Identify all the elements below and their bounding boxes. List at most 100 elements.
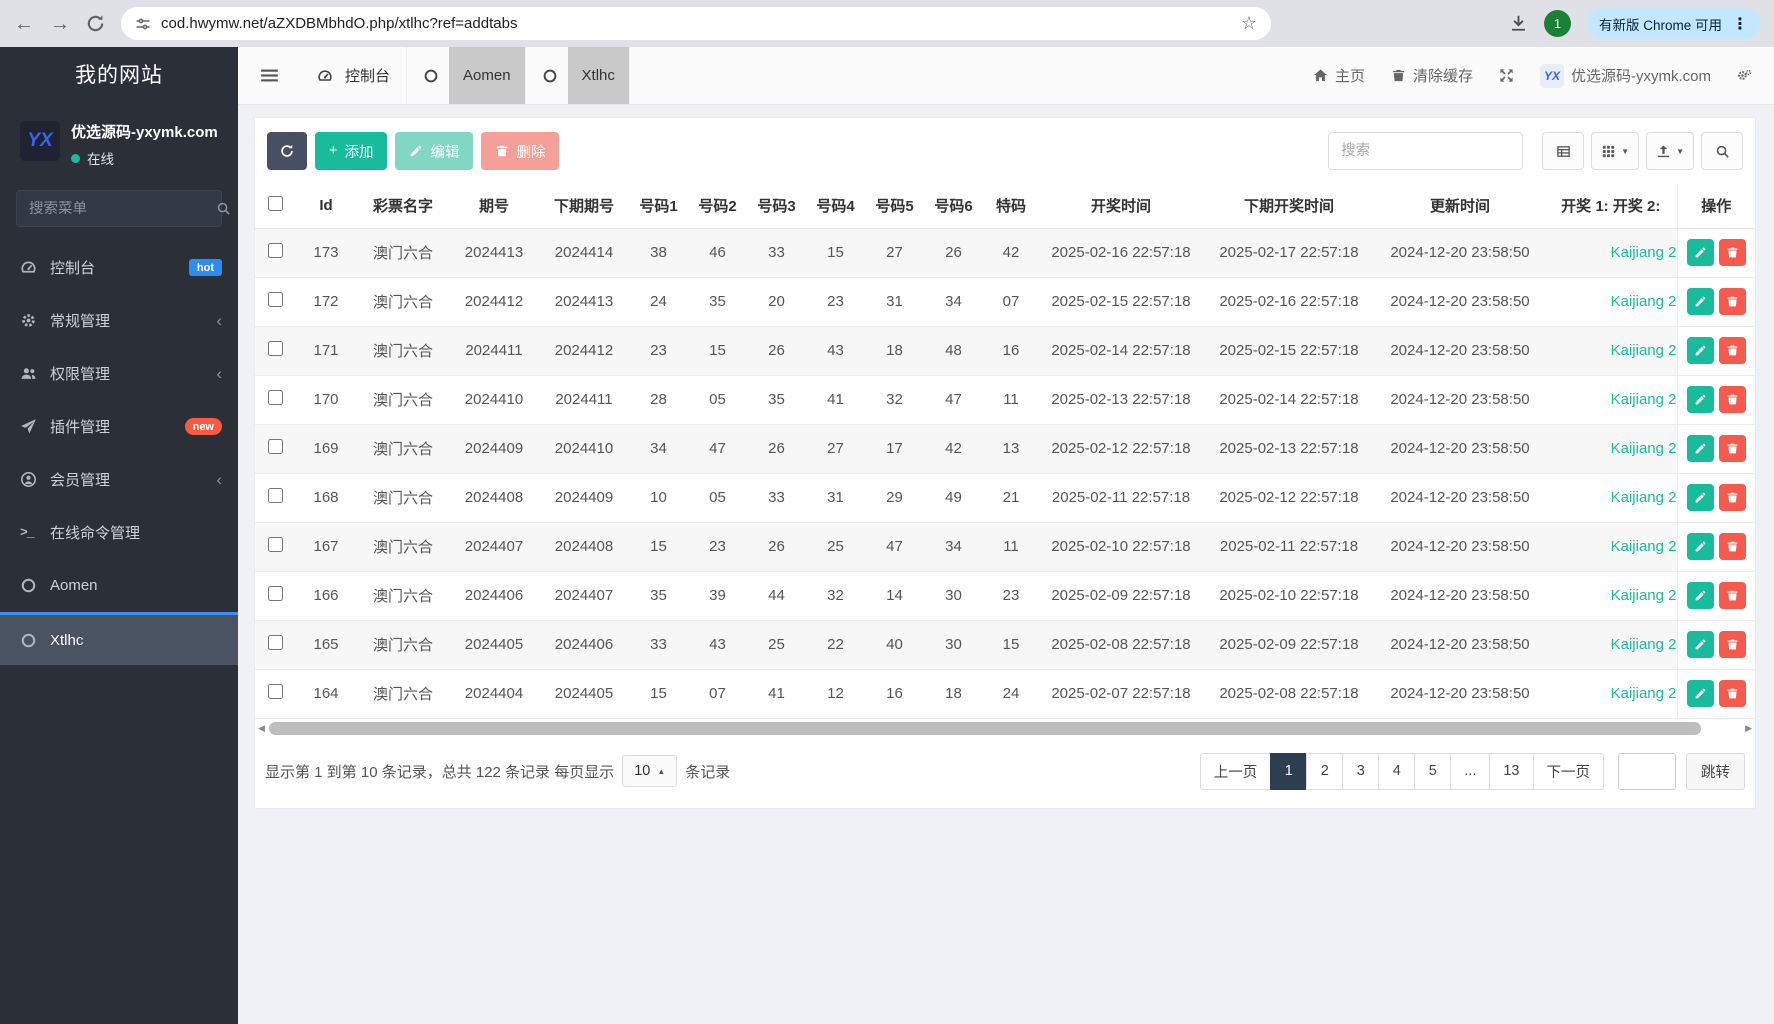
column-header[interactable]: Id xyxy=(295,184,357,229)
download-icon[interactable] xyxy=(1509,14,1528,33)
row-checkbox[interactable] xyxy=(267,537,283,552)
row-checkbox[interactable] xyxy=(267,341,283,356)
hamburger-icon[interactable] xyxy=(238,47,301,104)
row-edit-button[interactable] xyxy=(1686,239,1714,266)
column-header[interactable]: 号码6 xyxy=(924,184,983,229)
column-header[interactable]: 特码 xyxy=(983,184,1039,229)
profile-avatar[interactable]: 1 xyxy=(1543,10,1571,37)
topbar-action-优选源码-yxymk.com[interactable]: YX 优选源码-yxymk.com xyxy=(1540,63,1711,88)
row-edit-button[interactable] xyxy=(1686,533,1714,560)
forward-icon[interactable]: → xyxy=(50,14,70,34)
kaijiang-link[interactable]: Kaijiang 2 xyxy=(1545,375,1677,425)
scroll-left-icon[interactable]: ◀ xyxy=(258,724,265,733)
row-delete-button[interactable] xyxy=(1718,239,1746,266)
expand-icon[interactable] xyxy=(1499,68,1514,83)
row-edit-button[interactable] xyxy=(1686,680,1714,707)
sidebar-item-权限管理[interactable]: 权限管理 ‹ xyxy=(0,347,238,400)
column-header[interactable]: 号码4 xyxy=(806,184,865,229)
table-view-icon[interactable] xyxy=(1542,132,1585,170)
refresh-button[interactable] xyxy=(267,132,307,170)
column-header[interactable]: 号码5 xyxy=(865,184,924,229)
scrollbar-thumb[interactable] xyxy=(268,722,1701,735)
scroll-right-icon[interactable]: ▶ xyxy=(1745,724,1752,733)
kaijiang-link[interactable]: Kaijiang 2 xyxy=(1545,424,1677,474)
sidebar-item-会员管理[interactable]: 会员管理 ‹ xyxy=(0,453,238,506)
row-checkbox[interactable] xyxy=(267,243,283,258)
kaijiang-link[interactable]: Kaijiang 2 xyxy=(1545,277,1677,327)
kaijiang-link[interactable]: Kaijiang 2 xyxy=(1545,326,1677,376)
sidebar-item-Xtlhc[interactable]: Xtlhc xyxy=(0,612,238,665)
topbar-action-主页[interactable]: 主页 xyxy=(1313,65,1365,86)
row-edit-button[interactable] xyxy=(1686,337,1714,364)
cogs-icon[interactable] xyxy=(1737,68,1752,83)
kaijiang-link[interactable]: Kaijiang 2 xyxy=(1545,571,1677,621)
page-button-2[interactable]: 2 xyxy=(1306,752,1344,790)
kaijiang-link[interactable]: Kaijiang 2 xyxy=(1545,620,1677,670)
row-checkbox[interactable] xyxy=(267,439,283,454)
next-page-button[interactable]: 下一页 xyxy=(1532,752,1604,790)
page-button-1[interactable]: 1 xyxy=(1270,752,1308,790)
sidebar-search-input[interactable] xyxy=(29,200,216,217)
row-edit-button[interactable] xyxy=(1686,288,1714,315)
page-size-select[interactable]: 10 ▲ xyxy=(622,755,678,787)
row-edit-button[interactable] xyxy=(1686,435,1714,462)
sidebar-item-插件管理[interactable]: 插件管理 new xyxy=(0,400,238,453)
sidebar-item-在线命令管理[interactable]: >_ 在线命令管理 xyxy=(0,506,238,559)
tab-Aomen[interactable]: Aomen xyxy=(407,47,526,104)
export-button[interactable]: ▼ xyxy=(1646,132,1694,170)
kaijiang-link[interactable]: Kaijiang 2 xyxy=(1545,669,1677,719)
row-delete-button[interactable] xyxy=(1718,631,1746,658)
delete-button[interactable]: 删除 xyxy=(481,132,560,170)
sidebar-item-常规管理[interactable]: 常规管理 ‹ xyxy=(0,294,238,347)
row-delete-button[interactable] xyxy=(1718,680,1746,707)
row-delete-button[interactable] xyxy=(1718,435,1746,462)
row-edit-button[interactable] xyxy=(1686,386,1714,413)
kaijiang-link[interactable]: Kaijiang 2 xyxy=(1545,473,1677,523)
column-header[interactable]: 下期开奖时间 xyxy=(1203,184,1375,229)
column-header[interactable]: 号码3 xyxy=(747,184,806,229)
sidebar-item-控制台[interactable]: 控制台 hot xyxy=(0,241,238,294)
row-checkbox[interactable] xyxy=(267,635,283,650)
column-header[interactable]: 期号 xyxy=(449,184,539,229)
jump-button[interactable]: 跳转 xyxy=(1686,752,1745,790)
edit-button[interactable]: 编辑 xyxy=(395,132,474,170)
column-header[interactable]: 下期期号 xyxy=(539,184,629,229)
row-edit-button[interactable] xyxy=(1686,631,1714,658)
horizontal-scrollbar[interactable]: ◀ ▶ xyxy=(258,721,1752,737)
row-checkbox[interactable] xyxy=(267,488,283,503)
columns-toggle-button[interactable]: ▼ xyxy=(1591,132,1640,170)
column-header[interactable]: 号码1 xyxy=(629,184,688,229)
column-header[interactable]: 操作 xyxy=(1676,184,1755,229)
row-delete-button[interactable] xyxy=(1718,484,1746,511)
page-button-...[interactable]: ... xyxy=(1450,752,1491,790)
page-button-4[interactable]: 4 xyxy=(1378,752,1416,790)
page-button-5[interactable]: 5 xyxy=(1414,752,1452,790)
bookmark-star-icon[interactable]: ☆ xyxy=(1241,13,1257,34)
kaijiang-link[interactable]: Kaijiang 2 xyxy=(1545,522,1677,572)
prev-page-button[interactable]: 上一页 xyxy=(1199,752,1272,790)
tab-Xtlhc[interactable]: Xtlhc xyxy=(526,47,630,104)
page-button-13[interactable]: 13 xyxy=(1489,752,1534,790)
tab-控制台[interactable]: 控制台 xyxy=(301,47,408,104)
column-header[interactable]: 开奖 1: 开奖 2: xyxy=(1545,184,1677,229)
browser-menu-dots-icon[interactable]: ⋮ xyxy=(1732,14,1748,34)
row-delete-button[interactable] xyxy=(1718,533,1746,560)
row-delete-button[interactable] xyxy=(1718,337,1746,364)
column-header[interactable]: 开奖时间 xyxy=(1039,184,1203,229)
row-edit-button[interactable] xyxy=(1686,582,1714,609)
row-delete-button[interactable] xyxy=(1718,582,1746,609)
add-button[interactable]: + 添加 xyxy=(315,132,388,170)
sidebar-item-Aomen[interactable]: Aomen xyxy=(0,559,238,612)
site-settings-icon[interactable] xyxy=(135,16,151,32)
row-delete-button[interactable] xyxy=(1718,288,1746,315)
row-delete-button[interactable] xyxy=(1718,386,1746,413)
column-header[interactable]: 彩票名字 xyxy=(357,184,449,229)
chrome-update-chip[interactable]: 有新版 Chrome 可用 ⋮ xyxy=(1586,8,1760,39)
row-checkbox[interactable] xyxy=(267,586,283,601)
row-checkbox[interactable] xyxy=(267,390,283,405)
kaijiang-link[interactable]: Kaijiang 2 xyxy=(1545,228,1677,278)
back-icon[interactable]: ← xyxy=(14,14,34,34)
column-header[interactable]: 号码2 xyxy=(688,184,747,229)
reload-icon[interactable] xyxy=(86,14,105,33)
jump-page-input[interactable] xyxy=(1618,752,1676,790)
